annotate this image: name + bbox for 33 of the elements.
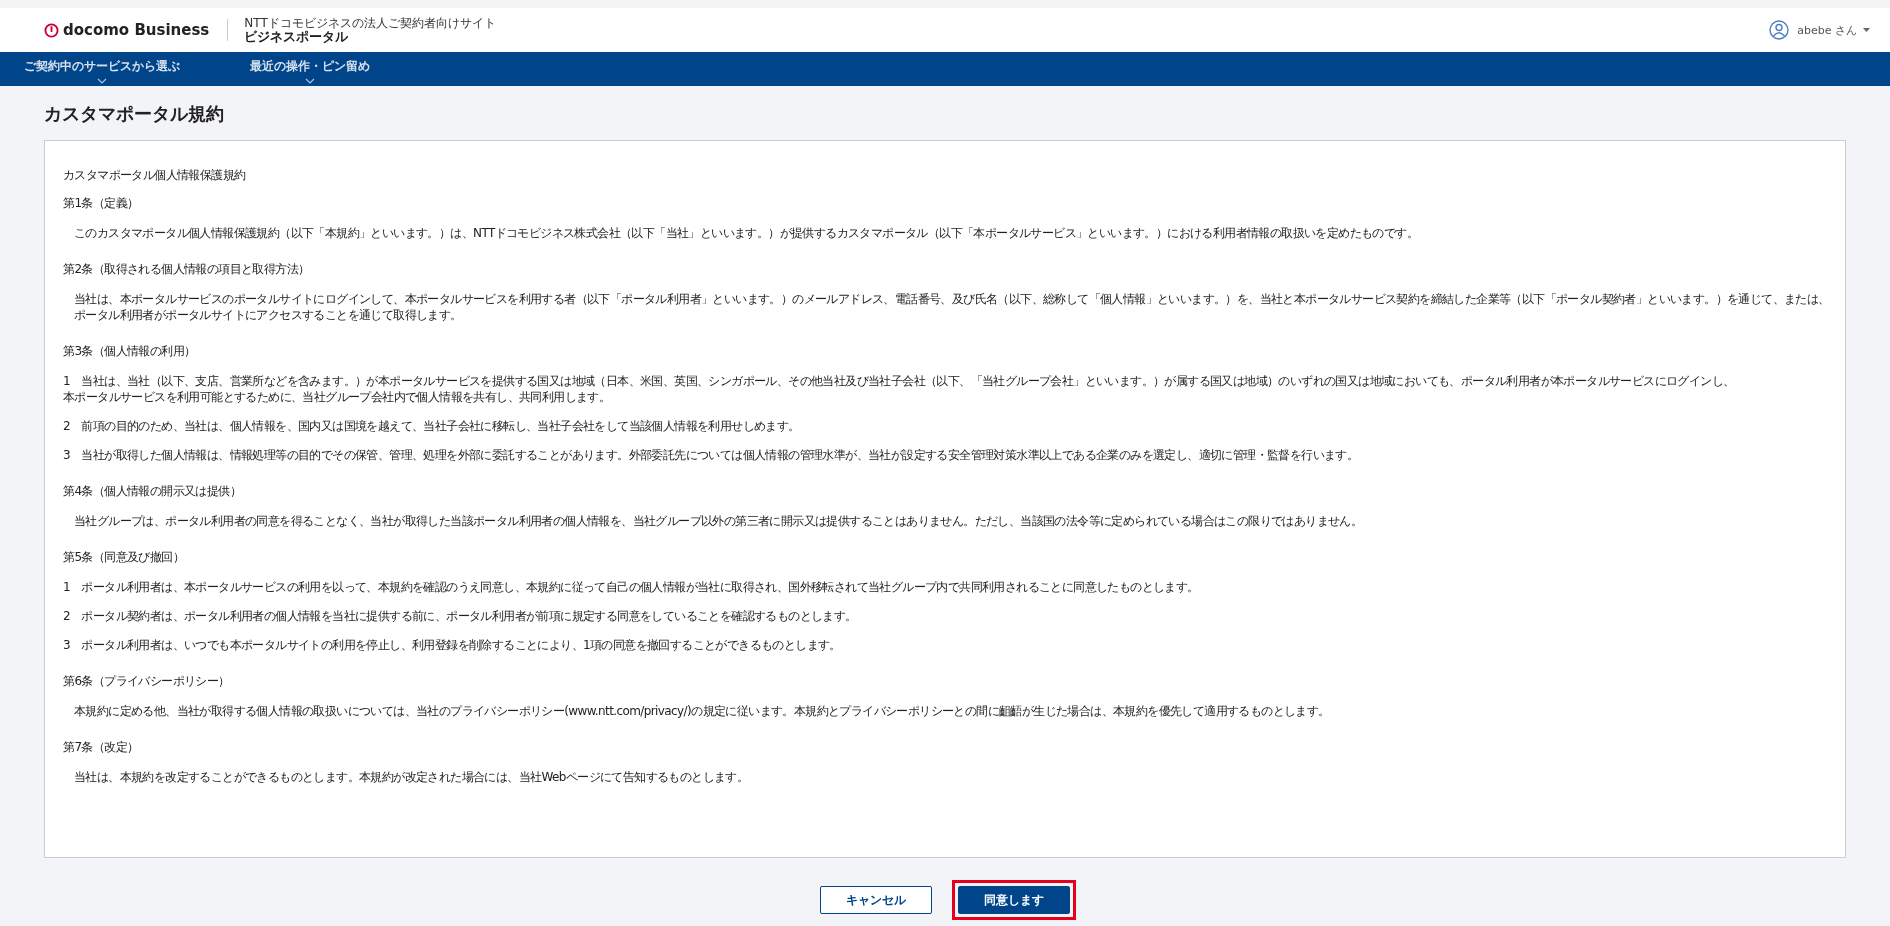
article-paragraph: 本規約に定める他、当社が取得する個人情報の取扱いについては、当社のプライバシーポリシー(www.ntt.com/privacy/)の規定に従います。本規約とプライバシーポリシーとの間に齟齬が生じた場合は、本規約を優先して適用するものとします。 <box>73 703 1331 719</box>
site-name: ビジネスポータル <box>244 30 350 43</box>
chevron-icon <box>305 78 315 84</box>
article-heading: 第1条（定義） <box>63 195 140 211</box>
article-paragraph: このカスタマポータル個人情報保護規約（以下「本規約」といいます。）は、NTTドコモビジネス株式会社（以下「当社」といいます。）が提供するカスタマポータル（以下「本ポータルサービス」といいます。）における利用者情報の取扱いを定めたものです。 <box>73 225 1420 241</box>
nav-menu-item[interactable]: ご契約中のサービスから選ぶ <box>24 52 180 86</box>
article-heading: 第3条（個人情報の利用） <box>63 343 197 359</box>
cancel-button[interactable]: キャンセル <box>820 886 932 914</box>
article-paragraph: 1 ポータル利用者は、本ポータルサービスの利用を以って、本規約を確認のうえ同意し、本規約に従って自己の個人情報が当社に取得され、国外移転されて当社グループ内で共同利用されることに同意したものとします。 <box>63 579 1200 595</box>
page-title: カスタマポータル規約 <box>44 102 225 126</box>
user-icon[interactable] <box>1769 20 1790 40</box>
agree-button[interactable]: 同意します <box>958 886 1070 914</box>
article-heading: 第2条（取得される個人情報の項目と取得方法） <box>63 261 311 277</box>
article-paragraph: 3 当社が取得した個人情報は、情報処理等の目的でその保管、管理、処理を外部に委託することがあります。外部委託先については個人情報の管理水準が、当社が設定する安全管理対策水準以上である企業のみを選定し、適切に管理・監督を行います。 <box>63 447 1360 463</box>
terms-title: カスタマポータル個人情報保護規約 <box>63 167 247 183</box>
nav-menu-item[interactable]: 最近の操作・ピン留め <box>250 52 370 86</box>
article-paragraph: 2 前項の目的のため、当社は、個人情報を、国内又は国境を越えて、当社子会社に移転し、当社子会社をして当該個人情報を利用せしめます。 <box>63 418 801 434</box>
article-paragraph: 当社は、本規約を改定することができるものとします。本規約が改定された場合には、当社Webページにて告知するものとします。 <box>73 769 750 785</box>
article-heading: 第6条（プライバシーポリシー） <box>63 673 231 689</box>
article-heading: 第4条（個人情報の開示又は提供） <box>63 483 243 499</box>
user-menu[interactable]: abebe さん <box>1797 22 1870 38</box>
article-heading: 第5条（同意及び撤回） <box>63 549 186 565</box>
caret-icon <box>1863 28 1870 32</box>
logo-icon <box>44 22 59 38</box>
site-caption: NTTドコモビジネスの法人ご契約者向けサイト <box>244 17 496 30</box>
chevron-icon <box>97 78 107 84</box>
article-paragraph: 2 ポータル契約者は、ポータル利用者の個人情報を当社に提供する前に、ポータル利用者が前項に規定する同意をしていることを確認するものとします。 <box>63 608 858 624</box>
article-paragraph: 1 当社は、当社（以下、支店、営業所などを含みます。）が本ポータルサービスを提供する国又は地域（日本、米国、英国、シンガポール、その他当社及び当社子会社（以下、「当社グループ会社」といいます。）が属する国又は地域）のいずれの国又は地域においても、ポータル利用者が本ポータルサービスにログインし、 本ポータルサービスを利用可能とするために、当社グループ会社内で個人情報を共有し、共同利用します。 <box>63 373 1736 405</box>
article-paragraph: 3 ポータル利用者は、いつでも本ポータルサイトの利用を停止し、利用登録を削除することにより、1項の同意を撤回することができるものとします。 <box>63 637 842 653</box>
article-paragraph: 当社グループは、ポータル利用者の同意を得ることなく、当社が取得した当該ポータル利用者の個人情報を、当社グループ以外の第三者に開示又は提供することはありません。ただし、当該国の法令等に定められている場合はこの限りではありません。 <box>73 513 1364 529</box>
article-heading: 第7条（改定） <box>63 739 140 755</box>
article-paragraph: 当社は、本ポータルサービスのポータルサイトにログインして、本ポータルサービスを利用する者（以下「ポータル利用者」といいます。）のメールアドレス、電話番号、及び氏名（以下、総称して「個人情報」といいます。）を、当社と本ポータルサービス契約を締結した企業等（以下「ポータル契約者」といいます。）を通じて、または、 ポータル利用者がポータルサイトにアクセスすることを通じて取得します。 <box>73 291 1831 323</box>
logo: docomo Business <box>63 21 210 39</box>
